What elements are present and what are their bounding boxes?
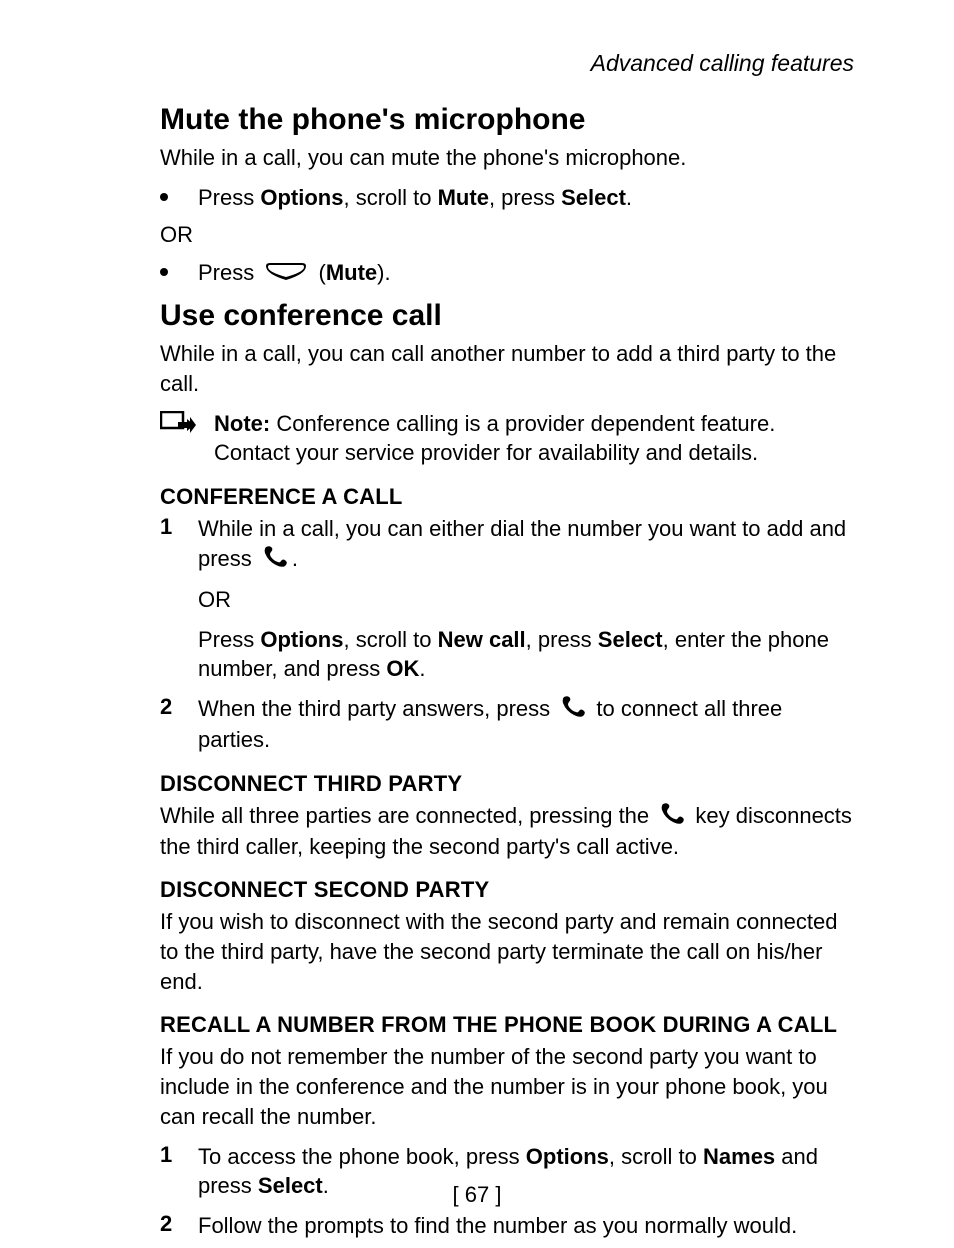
call-key-icon — [262, 545, 288, 575]
text: When the third party answers, press — [198, 696, 556, 721]
key-options: Options — [526, 1144, 609, 1169]
step-alt-text: Press Options, scroll to New call, press… — [198, 625, 854, 684]
key-options: Options — [260, 627, 343, 652]
step-item: 1 While in a call, you can either dial t… — [160, 514, 854, 575]
recall-intro-text: If you do not remember the number of the… — [160, 1042, 854, 1131]
bullet-item: Press (Mute). — [160, 258, 854, 289]
step-text: When the third party answers, press to c… — [198, 694, 854, 755]
step-text: While in a call, you can either dial the… — [198, 514, 854, 575]
call-key-icon — [560, 695, 586, 725]
sub-disconnect-third: DISCONNECT THIRD PARTY — [160, 771, 854, 797]
text: , scroll to — [343, 185, 437, 210]
text: . — [292, 546, 298, 571]
step-number: 2 — [160, 1211, 198, 1237]
chapter-title: Advanced calling features — [160, 50, 854, 77]
softkey-icon — [264, 260, 308, 290]
bullet-item: Press Options, scroll to Mute, press Sel… — [160, 183, 854, 213]
key-select: Select — [561, 185, 626, 210]
section-conference-title: Use conference call — [160, 299, 854, 333]
call-key-icon — [659, 802, 685, 832]
step-number: 1 — [160, 514, 198, 540]
bullet-icon — [160, 268, 168, 276]
step-alt-block: OR Press Options, scroll to New call, pr… — [198, 585, 854, 684]
key-options: Options — [260, 185, 343, 210]
text: Press — [198, 185, 260, 210]
key-ok: OK — [386, 656, 419, 681]
bullet-text: Press Options, scroll to Mute, press Sel… — [198, 183, 632, 213]
disconnect-second-text: If you wish to disconnect with the secon… — [160, 907, 854, 996]
note-icon — [160, 411, 196, 444]
mute-intro: While in a call, you can mute the phone'… — [160, 143, 854, 173]
note-block: Note: Conference calling is a provider d… — [160, 409, 854, 468]
text: ). — [377, 260, 390, 285]
page-number: [ 67 ] — [0, 1182, 954, 1208]
step-text: Follow the prompts to find the number as… — [198, 1211, 854, 1241]
text: ( — [312, 260, 325, 285]
document-page: Advanced calling features Mute the phone… — [0, 0, 954, 1248]
key-select: Select — [598, 627, 663, 652]
step-item: 2 Follow the prompts to find the number … — [160, 1211, 854, 1241]
text: To access the phone book, press — [198, 1144, 526, 1169]
or-text: OR — [160, 222, 854, 248]
note-body: Conference calling is a provider depende… — [214, 411, 775, 466]
text: Press — [198, 260, 260, 285]
conference-intro: While in a call, you can call another nu… — [160, 339, 854, 398]
key-names: Names — [703, 1144, 775, 1169]
text: , scroll to — [609, 1144, 703, 1169]
bullet-icon — [160, 193, 168, 201]
or-text: OR — [198, 585, 854, 615]
disconnect-third-text: While all three parties are connected, p… — [160, 801, 854, 862]
bullet-text: Press (Mute). — [198, 258, 391, 289]
text: , scroll to — [343, 627, 437, 652]
step-number: 1 — [160, 1142, 198, 1168]
note-text: Note: Conference calling is a provider d… — [214, 409, 854, 468]
section-mute-title: Mute the phone's microphone — [160, 103, 854, 137]
key-new-call: New call — [438, 627, 526, 652]
text: , press — [489, 185, 561, 210]
text: . — [626, 185, 632, 210]
note-label: Note: — [214, 411, 270, 436]
key-mute: Mute — [438, 185, 489, 210]
text: , press — [526, 627, 598, 652]
text: Press — [198, 627, 260, 652]
sub-conference-call: CONFERENCE A CALL — [160, 484, 854, 510]
key-mute: Mute — [326, 260, 377, 285]
sub-recall-number: RECALL A NUMBER FROM THE PHONE BOOK DURI… — [160, 1012, 854, 1038]
sub-disconnect-second: DISCONNECT SECOND PARTY — [160, 877, 854, 903]
step-item: 2 When the third party answers, press to… — [160, 694, 854, 755]
text: While all three parties are connected, p… — [160, 803, 655, 828]
text: . — [419, 656, 425, 681]
step-number: 2 — [160, 694, 198, 720]
